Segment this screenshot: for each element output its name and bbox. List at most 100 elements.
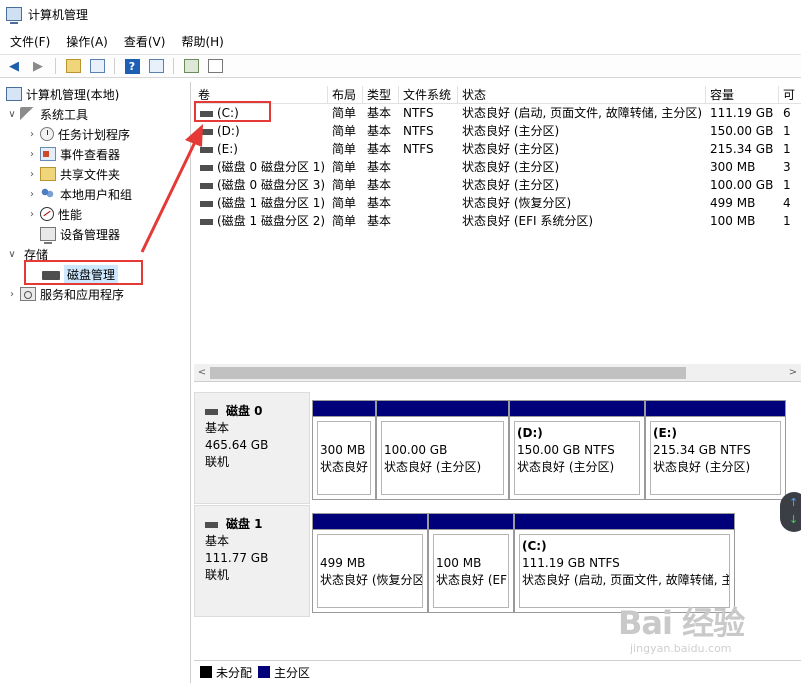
cell-capacity: 300 MB [710,160,756,174]
partition-block[interactable]: (E:) 215.34 GB NTFS 状态良好 (主分区) [645,400,786,500]
tree-item-device-manager[interactable]: 设备管理器 [26,224,120,244]
tree-item-performance[interactable]: › 性能 [26,204,82,224]
menu-help[interactable]: 帮助(H) [179,31,231,52]
scroll-down-icon[interactable]: ↓ [789,513,798,526]
tree-item-event-viewer[interactable]: › 事件查看器 [26,144,120,164]
cell-layout: 简单 [332,178,357,192]
toolbar-separator [55,58,56,74]
chevron-right-icon[interactable]: › [6,289,18,300]
partition-block[interactable]: 100 MB 状态良好 (EF [428,513,514,613]
cell-type: 基本 [367,196,392,210]
scroll-up-icon[interactable]: ↑ [789,496,798,509]
cell-type: 基本 [367,124,392,138]
cell-filesystem [399,158,458,176]
column-free[interactable]: 可 [779,86,801,104]
cell-free: 1 [783,178,791,192]
shared-folder-icon [40,167,56,181]
chevron-right-icon[interactable]: › [26,169,38,180]
console-tree-icon[interactable] [87,57,107,75]
cell-free: 1 [783,142,791,156]
volume-icon [200,128,213,135]
table-row[interactable]: (D:) 简单 基本 NTFS 状态良好 (主分区) 150.00 GB 1 [194,122,801,140]
partition-bar [313,514,427,530]
table-row[interactable]: (C:) 简单 基本 NTFS 状态良好 (启动, 页面文件, 故障转储, 主分… [194,104,801,122]
menu-file[interactable]: 文件(F) [8,31,58,52]
disk-icon [205,521,218,528]
legend-primary-swatch [258,666,271,678]
partition-bar [510,401,644,417]
disk-view-icon[interactable] [205,57,225,75]
chevron-right-icon[interactable]: › [26,129,38,140]
disk-label[interactable]: 磁盘 0 基本 465.64 GB 联机 [194,392,310,504]
column-capacity[interactable]: 容量 [706,86,779,104]
partition-block[interactable]: 300 MB 状态良好 [312,400,376,500]
menu-action[interactable]: 操作(A) [64,31,116,52]
cell-layout: 简单 [332,106,357,120]
cell-volume: (D:) [196,122,326,140]
table-row[interactable]: (磁盘 0 磁盘分区 1) 简单 基本 状态良好 (主分区) 300 MB 3 [194,158,801,176]
folder-up-icon[interactable] [63,57,83,75]
cell-status: 状态良好 (主分区) [462,178,560,192]
cell-layout: 简单 [332,142,357,156]
cell-volume: (E:) [196,140,326,158]
forward-arrow-icon[interactable]: ▶ [28,57,48,75]
partition-size: 150.00 GB NTFS [517,443,615,457]
tree-item-local-users[interactable]: › 本地用户和组 [26,184,132,204]
horizontal-scrollbar[interactable]: < > [194,364,801,381]
tree-label: 事件查看器 [60,147,121,162]
partition-block[interactable]: 100.00 GB 状态良好 (主分区) [376,400,509,500]
scrollbar-thumb[interactable] [210,367,686,379]
watermark: Bai 经验 jingyan.baidu.com [618,598,745,655]
menu-view[interactable]: 查看(V) [122,31,174,52]
menu-bar: 文件(F) 操作(A) 查看(V) 帮助(H) [0,30,801,52]
tree-item-shared-folders[interactable]: › 共享文件夹 [26,164,120,184]
tree-label: 本地用户和组 [60,187,133,202]
volume-list: 卷 布局 类型 文件系统 状态 容量 可 (C:) 简单 基本 NTFS 状态良… [194,82,801,382]
partition-block[interactable]: (D:) 150.00 GB NTFS 状态良好 (主分区) [509,400,645,500]
column-status[interactable]: 状态 [458,86,706,104]
partition-block[interactable]: 499 MB 状态良好 (恢复分区 [312,513,428,613]
computer-management-icon [6,7,22,24]
back-arrow-icon[interactable]: ◀ [4,57,24,75]
properties-icon[interactable] [146,57,166,75]
cell-status: 状态良好 (EFI 系统分区) [462,214,594,228]
partition-info: (E:) 215.34 GB NTFS 状态良好 (主分区) [650,421,781,495]
table-row[interactable]: (磁盘 1 磁盘分区 1) 简单 基本 状态良好 (恢复分区) 499 MB 4 [194,194,801,212]
tree-item-system-tools[interactable]: ∨ 系统工具 [6,104,88,124]
chevron-right-icon[interactable]: › [26,209,38,220]
cell-filesystem [399,212,458,230]
chevron-right-icon[interactable]: › [26,189,38,200]
scroll-right-icon[interactable]: > [785,364,801,381]
tree-item-services[interactable]: › 服务和应用程序 [6,284,124,304]
volume-icon [200,164,213,171]
cell-free: 6 [783,106,791,120]
table-row[interactable]: (磁盘 1 磁盘分区 2) 简单 基本 状态良好 (EFI 系统分区) 100 … [194,212,801,230]
cell-layout: 简单 [332,124,357,138]
help-button[interactable]: ? [122,57,142,75]
scroll-left-icon[interactable]: < [194,364,210,381]
cell-type: 基本 [367,178,392,192]
floating-scroll-widget[interactable]: ↑ ↓ [780,492,801,532]
cell-filesystem [399,176,458,194]
partition-bar [313,401,375,417]
legend-unallocated: 未分配 [216,665,253,680]
column-filesystem[interactable]: 文件系统 [399,86,458,104]
tree-item-task-scheduler[interactable]: › 任务计划程序 [26,124,130,144]
chevron-down-icon[interactable]: ∨ [6,249,18,260]
column-layout[interactable]: 布局 [328,86,363,104]
disk-label[interactable]: 磁盘 1 基本 111.77 GB 联机 [194,505,310,617]
chevron-down-icon[interactable]: ∨ [6,109,18,120]
legend: 未分配 主分区 [194,660,801,683]
tree-item-root[interactable]: 计算机管理(本地) [4,84,119,104]
partition-status: 状态良好 [320,460,369,474]
table-row[interactable]: (E:) 简单 基本 NTFS 状态良好 (主分区) 215.34 GB 1 [194,140,801,158]
column-type[interactable]: 类型 [363,86,399,104]
partition-info: (C:) 111.19 GB NTFS 状态良好 (启动, 页面文件, 故障转储… [519,534,730,608]
partition-size: 100 MB [436,556,482,570]
connect-icon[interactable] [181,57,201,75]
chevron-right-icon[interactable]: › [26,149,38,160]
tree-label: 设备管理器 [60,227,121,242]
volume-icon [200,146,213,153]
partition-bar [515,514,734,530]
table-row[interactable]: (磁盘 0 磁盘分区 3) 简单 基本 状态良好 (主分区) 100.00 GB… [194,176,801,194]
